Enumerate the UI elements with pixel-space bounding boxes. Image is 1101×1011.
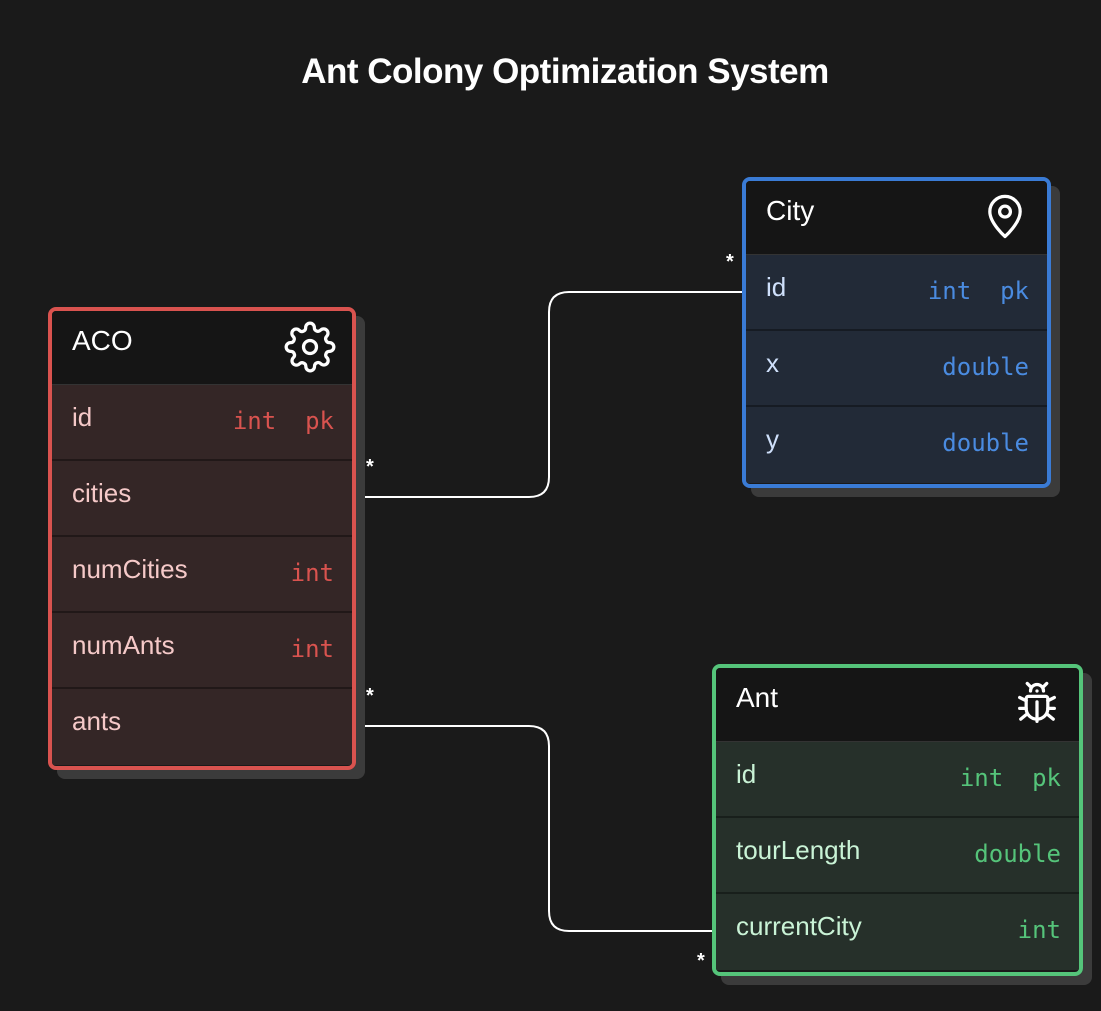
field-type: double <box>942 429 1029 457</box>
field-name: id <box>72 402 93 432</box>
table-name: City <box>766 195 815 226</box>
field-name: x <box>766 348 779 378</box>
field-type: int pk <box>927 277 1029 305</box>
field-row-x[interactable]: x double <box>746 331 1047 407</box>
map-pin-icon <box>988 194 1022 239</box>
field-type: double <box>974 840 1061 868</box>
field-name: cities <box>72 478 132 508</box>
field-row-ants[interactable]: ants <box>52 689 352 765</box>
field-type: int <box>290 635 334 663</box>
cardinality-marker: * <box>366 685 374 707</box>
link-aco-cities-city-id <box>344 291 754 498</box>
field-row-tourlength[interactable]: tourLength double <box>716 818 1079 894</box>
cardinality-marker: * <box>697 950 705 972</box>
table-header: Ant <box>716 668 1079 742</box>
table-aco[interactable]: ACO id int pk cities numCities int numAn… <box>48 307 356 770</box>
field-row-y[interactable]: y double <box>746 407 1047 483</box>
gear-icon <box>284 321 336 373</box>
field-row-id[interactable]: id int pk <box>52 385 352 461</box>
field-type: int pk <box>959 764 1061 792</box>
field-row-cities[interactable]: cities <box>52 461 352 537</box>
field-row-numants[interactable]: numAnts int <box>52 613 352 689</box>
table-city[interactable]: City id int pk x double y double <box>742 177 1051 488</box>
field-type: int pk <box>232 407 334 435</box>
field-name: currentCity <box>736 911 862 941</box>
field-row-id[interactable]: id int pk <box>716 742 1079 818</box>
field-row-numcities[interactable]: numCities int <box>52 537 352 613</box>
field-name: y <box>766 424 779 454</box>
table-header: City <box>746 181 1047 255</box>
field-name: id <box>766 272 787 302</box>
cardinality-marker: * <box>366 456 374 478</box>
table-header: ACO <box>52 311 352 385</box>
field-name: id <box>736 759 757 789</box>
field-name: numAnts <box>72 630 175 660</box>
field-name: ants <box>72 706 122 736</box>
field-type: int <box>290 559 334 587</box>
field-row-id[interactable]: id int pk <box>746 255 1047 331</box>
bug-icon <box>1018 681 1056 723</box>
cardinality-marker: * <box>726 251 734 273</box>
field-name: numCities <box>72 554 188 584</box>
field-type: double <box>942 353 1029 381</box>
field-row-currentcity[interactable]: currentCity int <box>716 894 1079 970</box>
field-name: tourLength <box>736 835 861 865</box>
field-type: int <box>1017 916 1061 944</box>
link-aco-ants-ant-currentcity <box>344 725 724 932</box>
table-ant[interactable]: Ant id int pk tourLength double currentC… <box>712 664 1083 976</box>
table-name: ACO <box>72 325 133 356</box>
table-name: Ant <box>736 682 779 713</box>
